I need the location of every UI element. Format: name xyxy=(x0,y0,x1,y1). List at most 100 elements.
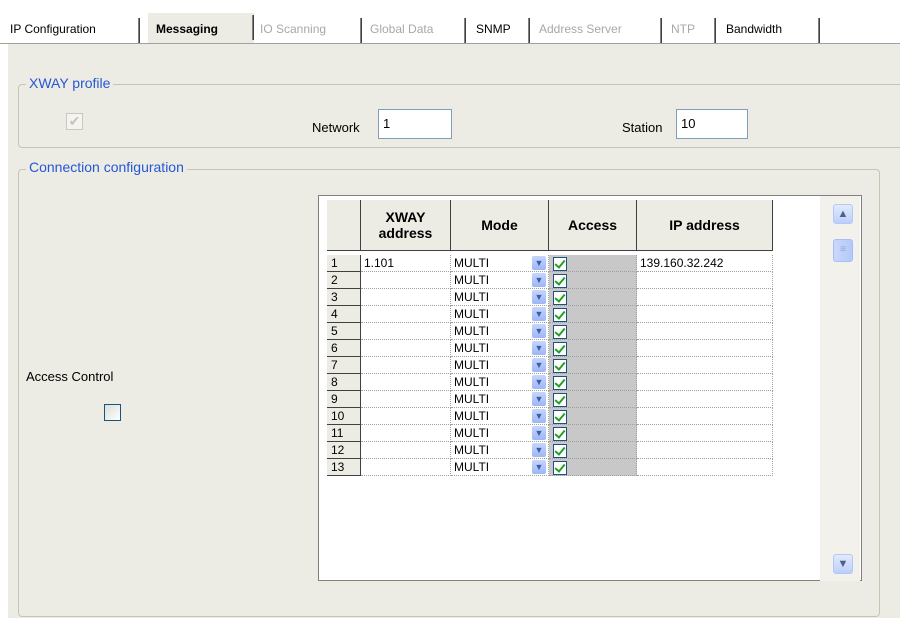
access-cell[interactable] xyxy=(549,323,637,340)
column-header-ip-address[interactable]: IP address xyxy=(637,200,773,251)
xway-address-cell[interactable]: 1.101 xyxy=(361,255,451,272)
xway-address-cell[interactable] xyxy=(361,374,451,391)
access-cell[interactable] xyxy=(549,255,637,272)
row-number[interactable]: 8 xyxy=(327,374,361,391)
mode-cell[interactable]: MULTI ▼ xyxy=(451,306,549,323)
access-checkbox[interactable] xyxy=(553,359,567,373)
access-checkbox[interactable] xyxy=(553,291,567,305)
tab-ip-configuration[interactable]: IP Configuration xyxy=(0,16,140,43)
ip-address-cell[interactable] xyxy=(637,272,773,289)
tab-ntp[interactable]: NTP xyxy=(662,16,716,43)
row-number[interactable]: 7 xyxy=(327,357,361,374)
row-number[interactable]: 11 xyxy=(327,425,361,442)
xway-address-cell[interactable] xyxy=(361,442,451,459)
access-checkbox[interactable] xyxy=(553,342,567,356)
ip-address-cell[interactable] xyxy=(637,323,773,340)
access-checkbox[interactable] xyxy=(553,376,567,390)
ip-address-cell[interactable] xyxy=(637,442,773,459)
row-number[interactable]: 5 xyxy=(327,323,361,340)
ip-address-cell[interactable] xyxy=(637,391,773,408)
access-checkbox[interactable] xyxy=(553,274,567,288)
xway-address-cell[interactable] xyxy=(361,340,451,357)
access-cell[interactable] xyxy=(549,391,637,408)
chevron-down-icon[interactable]: ▼ xyxy=(532,460,546,474)
access-cell[interactable] xyxy=(549,340,637,357)
access-cell[interactable] xyxy=(549,374,637,391)
xway-address-cell[interactable] xyxy=(361,272,451,289)
access-checkbox[interactable] xyxy=(553,257,567,271)
ip-address-cell[interactable] xyxy=(637,289,773,306)
row-number[interactable]: 3 xyxy=(327,289,361,306)
mode-cell[interactable]: MULTI ▼ xyxy=(451,442,549,459)
ip-address-cell[interactable] xyxy=(637,408,773,425)
column-header-access[interactable]: Access xyxy=(549,200,637,251)
row-number[interactable]: 2 xyxy=(327,272,361,289)
xway-address-cell[interactable] xyxy=(361,391,451,408)
access-checkbox[interactable] xyxy=(553,410,567,424)
chevron-down-icon[interactable]: ▼ xyxy=(833,554,853,574)
access-cell[interactable] xyxy=(549,459,637,476)
network-input[interactable]: 1 xyxy=(378,109,452,139)
chevron-up-icon[interactable]: ▲ xyxy=(833,204,853,224)
chevron-down-icon[interactable]: ▼ xyxy=(532,307,546,321)
xway-enabled-checkbox[interactable]: ✔ xyxy=(66,113,83,130)
access-cell[interactable] xyxy=(549,289,637,306)
access-cell[interactable] xyxy=(549,272,637,289)
tab-messaging[interactable]: Messaging xyxy=(148,12,254,44)
chevron-down-icon[interactable]: ▼ xyxy=(532,443,546,457)
table-scrollbar[interactable]: ▲ ≡ ▼ xyxy=(820,196,860,581)
chevron-down-icon[interactable]: ▼ xyxy=(532,290,546,304)
scroll-thumb[interactable]: ≡ xyxy=(833,239,853,262)
ip-address-cell[interactable]: 139.160.32.242 xyxy=(637,255,773,272)
mode-cell[interactable]: MULTI ▼ xyxy=(451,391,549,408)
xway-address-cell[interactable] xyxy=(361,357,451,374)
mode-cell[interactable]: MULTI ▼ xyxy=(451,255,549,272)
xway-address-cell[interactable] xyxy=(361,408,451,425)
mode-cell[interactable]: MULTI ▼ xyxy=(451,340,549,357)
xway-address-cell[interactable] xyxy=(361,425,451,442)
ip-address-cell[interactable] xyxy=(637,374,773,391)
chevron-down-icon[interactable]: ▼ xyxy=(532,426,546,440)
tab-io-scanning[interactable]: IO Scanning xyxy=(254,16,362,43)
row-number[interactable]: 13 xyxy=(327,459,361,476)
access-cell[interactable] xyxy=(549,306,637,323)
row-number[interactable]: 12 xyxy=(327,442,361,459)
xway-address-cell[interactable] xyxy=(361,323,451,340)
row-number[interactable]: 9 xyxy=(327,391,361,408)
access-cell[interactable] xyxy=(549,425,637,442)
mode-cell[interactable]: MULTI ▼ xyxy=(451,323,549,340)
xway-address-cell[interactable] xyxy=(361,289,451,306)
xway-address-cell[interactable] xyxy=(361,306,451,323)
mode-cell[interactable]: MULTI ▼ xyxy=(451,374,549,391)
chevron-down-icon[interactable]: ▼ xyxy=(532,409,546,423)
access-checkbox[interactable] xyxy=(553,461,567,475)
access-checkbox[interactable] xyxy=(553,325,567,339)
access-control-checkbox[interactable] xyxy=(104,404,121,421)
chevron-down-icon[interactable]: ▼ xyxy=(532,392,546,406)
tab-snmp[interactable]: SNMP xyxy=(466,16,530,43)
row-number[interactable]: 10 xyxy=(327,408,361,425)
row-number[interactable]: 4 xyxy=(327,306,361,323)
chevron-down-icon[interactable]: ▼ xyxy=(532,273,546,287)
xway-address-cell[interactable] xyxy=(361,459,451,476)
access-cell[interactable] xyxy=(549,442,637,459)
chevron-down-icon[interactable]: ▼ xyxy=(532,324,546,338)
ip-address-cell[interactable] xyxy=(637,425,773,442)
tab-address-server[interactable]: Address Server xyxy=(530,16,662,43)
column-header-mode[interactable]: Mode xyxy=(451,200,549,251)
chevron-down-icon[interactable]: ▼ xyxy=(532,256,546,270)
mode-cell[interactable]: MULTI ▼ xyxy=(451,272,549,289)
mode-cell[interactable]: MULTI ▼ xyxy=(451,425,549,442)
column-header-xway-address[interactable]: XWAY address xyxy=(361,200,451,251)
access-cell[interactable] xyxy=(549,357,637,374)
access-checkbox[interactable] xyxy=(553,393,567,407)
access-checkbox[interactable] xyxy=(553,444,567,458)
tab-bandwidth[interactable]: Bandwidth xyxy=(716,16,820,43)
mode-cell[interactable]: MULTI ▼ xyxy=(451,289,549,306)
ip-address-cell[interactable] xyxy=(637,357,773,374)
access-checkbox[interactable] xyxy=(553,427,567,441)
station-input[interactable]: 10 xyxy=(676,109,748,139)
mode-cell[interactable]: MULTI ▼ xyxy=(451,408,549,425)
ip-address-cell[interactable] xyxy=(637,306,773,323)
chevron-down-icon[interactable]: ▼ xyxy=(532,375,546,389)
